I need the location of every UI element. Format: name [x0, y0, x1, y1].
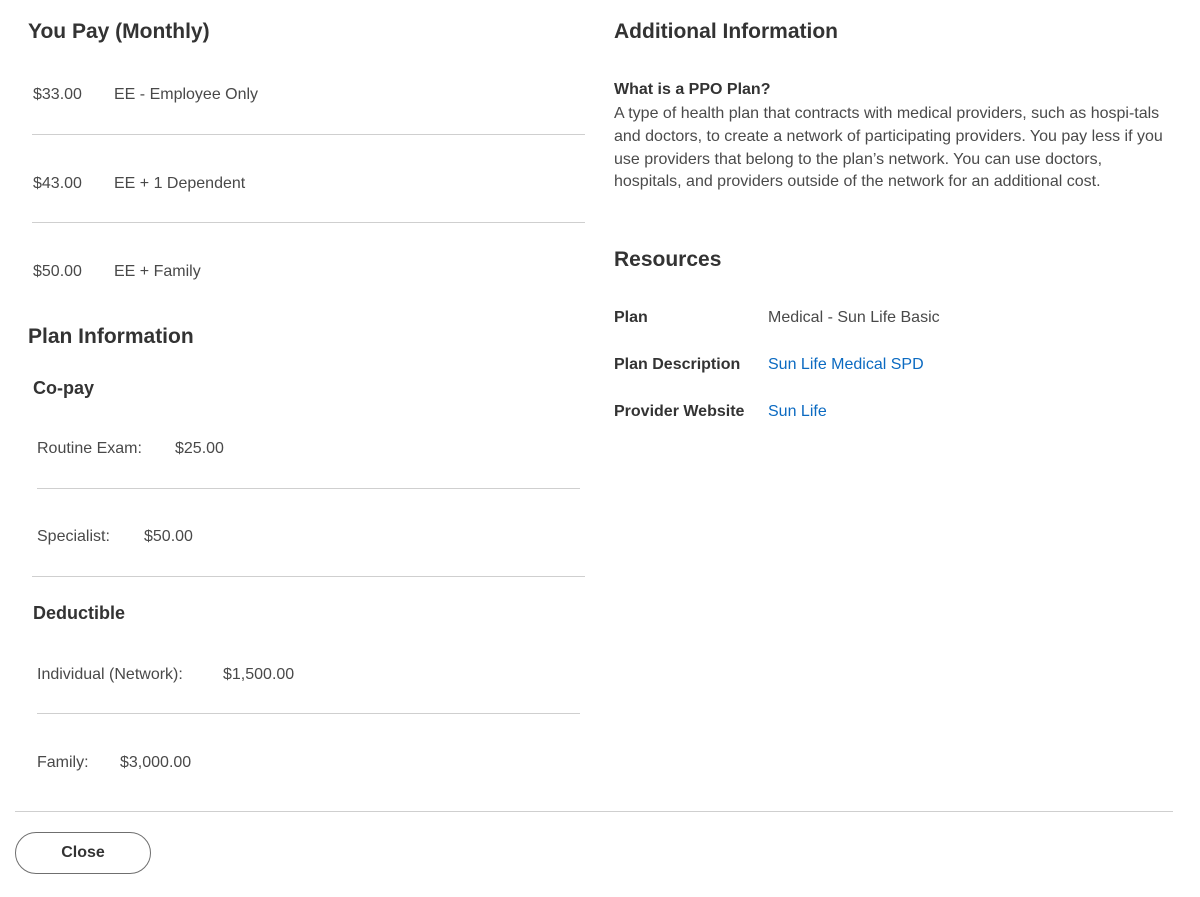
copay-title: Co-pay [33, 378, 95, 398]
plan-value: Medical - Sun Life Basic [768, 309, 940, 326]
divider [37, 713, 580, 714]
divider [37, 488, 580, 489]
copay-label: Specialist: [37, 528, 110, 545]
premium-tier: EE + 1 Dependent [114, 175, 246, 192]
close-button[interactable]: Close [15, 832, 151, 874]
divider [32, 134, 585, 135]
premium-amount: $33.00 [33, 86, 82, 103]
provider-website-link[interactable]: Sun Life [768, 404, 827, 420]
deductible-title: Deductible [33, 603, 126, 623]
deductible-label: Family: [37, 754, 89, 771]
copay-label: Routine Exam: [37, 440, 142, 457]
additional-information-title: Additional Information [614, 20, 838, 43]
deductible-label: Individual (Network): [37, 666, 183, 683]
ppo-description: A type of health plan that contracts wit… [614, 105, 1163, 191]
plan-information-title: Plan Information [28, 325, 194, 348]
divider [32, 576, 585, 577]
deductible-value: $1,500.00 [223, 666, 295, 683]
plan-description-link[interactable]: Sun Life Medical SPD [768, 357, 924, 373]
deductible-value: $3,000.00 [120, 754, 192, 771]
provider-website-label: Provider Website [614, 403, 745, 420]
copay-value: $50.00 [144, 528, 193, 545]
copay-value: $25.00 [175, 440, 224, 457]
premium-tier: EE + Family [114, 263, 201, 280]
premium-amount: $43.00 [33, 175, 82, 192]
plan-description-label: Plan Description [614, 356, 741, 373]
footer-divider [15, 811, 1173, 812]
premium-amount: $50.00 [33, 263, 82, 280]
ppo-question: What is a PPO Plan? [614, 81, 771, 98]
premium-tier: EE - Employee Only [114, 86, 259, 103]
divider [32, 222, 585, 223]
plan-label: Plan [614, 309, 648, 326]
resources-title: Resources [614, 248, 722, 271]
you-pay-title: You Pay (Monthly) [28, 20, 210, 43]
